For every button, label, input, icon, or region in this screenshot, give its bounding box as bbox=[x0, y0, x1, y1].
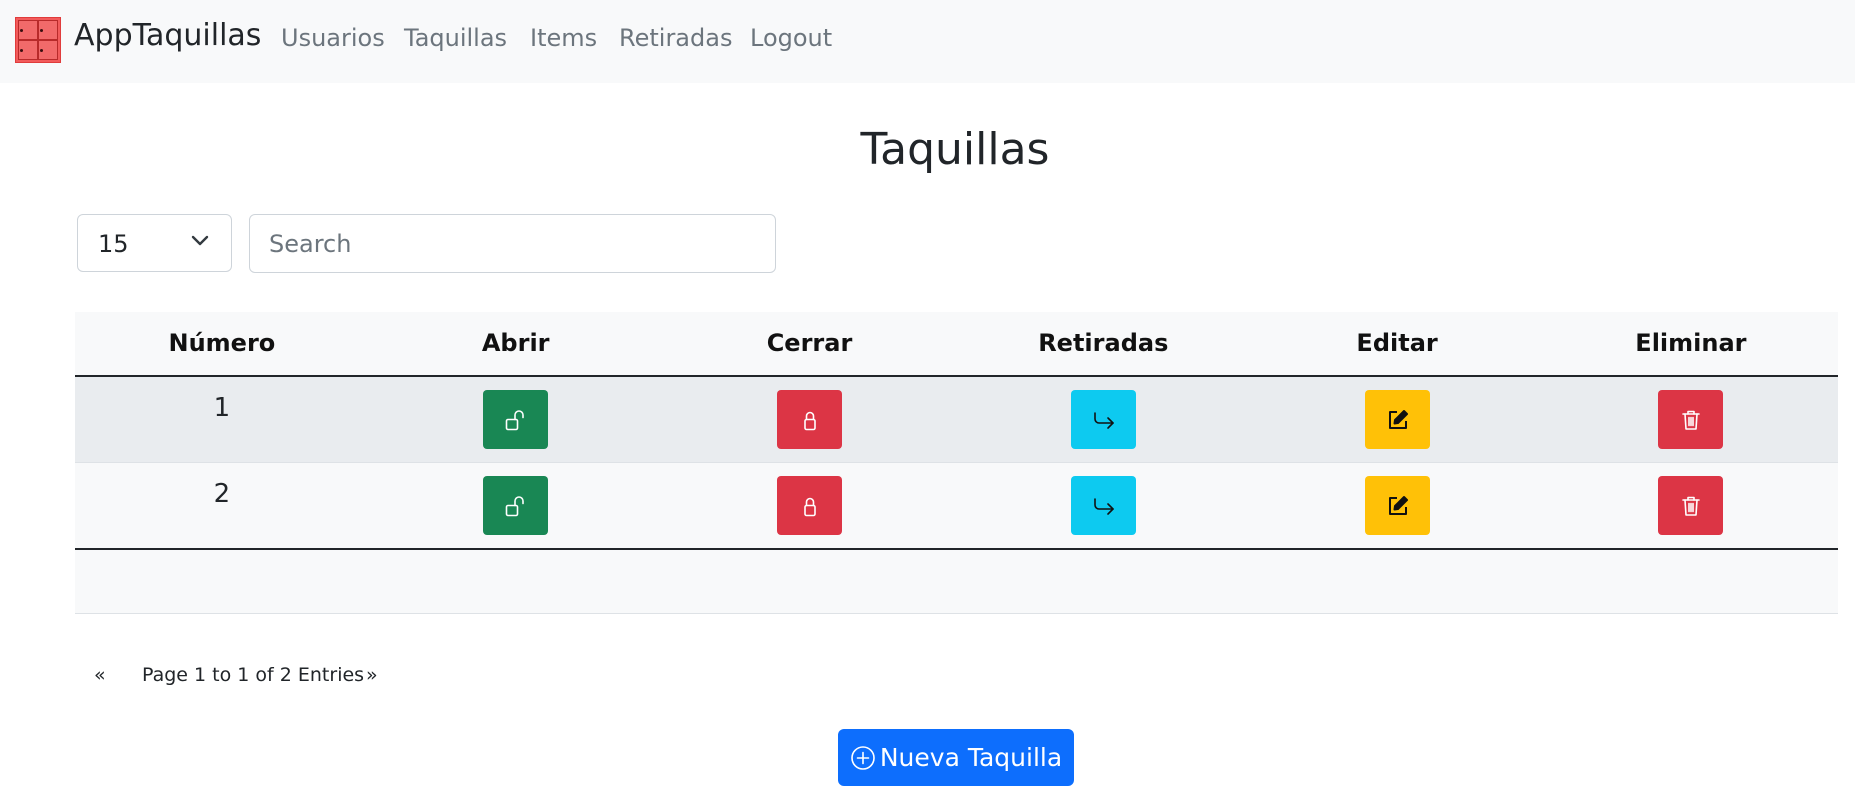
cerrar-button[interactable] bbox=[777, 390, 842, 449]
table-row: 1 bbox=[75, 377, 1838, 463]
lock-icon bbox=[803, 411, 816, 430]
unlock-icon bbox=[505, 409, 524, 430]
page-size-select[interactable]: 15 bbox=[77, 214, 232, 272]
nav-link-taquillas[interactable]: Taquillas bbox=[404, 24, 507, 52]
unlock-icon bbox=[505, 495, 524, 516]
editar-button[interactable] bbox=[1365, 476, 1430, 535]
table-footer bbox=[75, 550, 1838, 614]
column-header-cerrar: Cerrar bbox=[766, 329, 853, 357]
trash-icon bbox=[1681, 496, 1700, 516]
cerrar-button[interactable] bbox=[777, 476, 842, 535]
taquillas-table: Número Abrir Cerrar Retiradas Editar Eli… bbox=[75, 312, 1838, 614]
eliminar-button[interactable] bbox=[1658, 476, 1723, 535]
nav-link-logout[interactable]: Logout bbox=[750, 24, 832, 52]
lock-icon bbox=[803, 497, 816, 516]
column-header-editar: Editar bbox=[1356, 329, 1438, 357]
nueva-taquilla-button[interactable]: Nueva Taquilla bbox=[838, 729, 1074, 786]
column-header-eliminar: Eliminar bbox=[1635, 329, 1747, 357]
abrir-button[interactable] bbox=[483, 476, 548, 535]
pagination-prev[interactable]: « bbox=[94, 664, 106, 686]
arrow-return-right-icon bbox=[1093, 497, 1114, 515]
table-row: 2 bbox=[75, 463, 1838, 550]
cell-numero: 2 bbox=[213, 479, 231, 509]
retiradas-button[interactable] bbox=[1071, 476, 1136, 535]
chevron-down-icon bbox=[191, 235, 209, 246]
pencil-square-icon bbox=[1388, 495, 1408, 515]
column-header-numero: Número bbox=[168, 329, 276, 357]
search-input[interactable] bbox=[249, 214, 776, 273]
brand-name[interactable]: AppTaquillas bbox=[74, 18, 261, 53]
pagination-info: Page 1 to 1 of 2 Entries bbox=[142, 664, 365, 686]
abrir-button[interactable] bbox=[483, 390, 548, 449]
locker-logo-icon[interactable] bbox=[15, 17, 61, 63]
plus-circle-icon bbox=[851, 745, 875, 770]
column-header-abrir: Abrir bbox=[481, 329, 550, 357]
page-size-value: 15 bbox=[98, 230, 129, 258]
column-header-retiradas: Retiradas bbox=[1038, 329, 1169, 357]
editar-button[interactable] bbox=[1365, 390, 1430, 449]
cell-numero: 1 bbox=[213, 393, 231, 423]
eliminar-button[interactable] bbox=[1658, 390, 1723, 449]
table-header: Número Abrir Cerrar Retiradas Editar Eli… bbox=[75, 312, 1838, 377]
nav-link-usuarios[interactable]: Usuarios bbox=[281, 24, 385, 52]
trash-icon bbox=[1681, 410, 1700, 430]
nav-link-retiradas[interactable]: Retiradas bbox=[619, 24, 732, 52]
navbar: AppTaquillas Usuarios Taquillas Items Re… bbox=[0, 0, 1855, 83]
pencil-square-icon bbox=[1388, 409, 1408, 429]
page-title: Taquillas bbox=[860, 124, 1050, 175]
nueva-taquilla-label: Nueva Taquilla bbox=[879, 743, 1063, 772]
retiradas-button[interactable] bbox=[1071, 390, 1136, 449]
arrow-return-right-icon bbox=[1093, 411, 1114, 429]
pagination-next[interactable]: » bbox=[366, 664, 378, 686]
nav-link-items[interactable]: Items bbox=[530, 24, 597, 52]
